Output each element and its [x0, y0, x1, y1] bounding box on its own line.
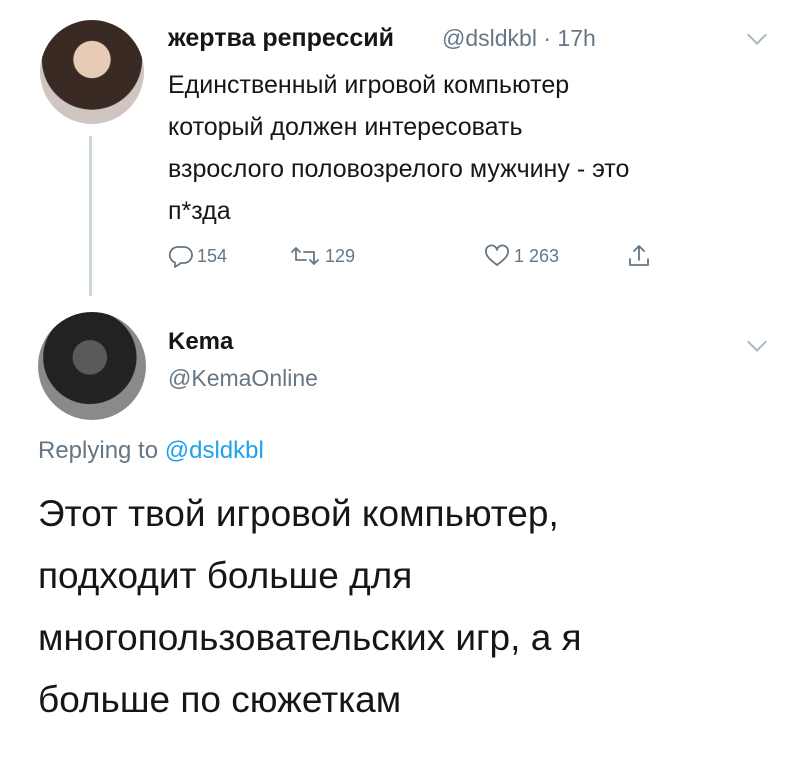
- tweet-time[interactable]: 17h: [557, 25, 595, 51]
- tweet-meta: @dsldkbl · 17h: [442, 25, 596, 52]
- replying-to: Replying to @dsldkbl: [38, 437, 264, 465]
- retweet-icon: [291, 247, 319, 265]
- author-handle[interactable]: @dsldkbl: [442, 25, 537, 51]
- avatar-author[interactable]: [40, 20, 144, 124]
- reply-text-line: подходит больше для: [38, 555, 413, 596]
- reply-button[interactable]: 154: [168, 236, 227, 276]
- replier-name[interactable]: Kema: [168, 328, 233, 356]
- share-button[interactable]: [626, 236, 655, 276]
- tweet-text-line: п*зда: [168, 197, 231, 225]
- tweet-text-line: который должен интересовать: [168, 113, 523, 141]
- reply-text-line: многопользовательских игр, а я: [38, 617, 582, 658]
- replying-to-handle[interactable]: @dsldkbl: [165, 437, 264, 464]
- author-name[interactable]: жертва репрессий: [168, 24, 394, 53]
- share-icon: [629, 245, 649, 266]
- replier-handle[interactable]: @KemaOnline: [168, 365, 318, 392]
- replying-to-label: Replying to: [38, 437, 159, 464]
- retweet-button[interactable]: 129: [288, 236, 355, 276]
- tweet-actions: 154 129 1 263: [168, 236, 688, 276]
- tweet-text: Единственный игровой компьютер который д…: [168, 64, 778, 232]
- like-icon: [485, 244, 509, 266]
- reply-count: 154: [197, 245, 228, 266]
- chevron-down-icon[interactable]: [747, 25, 767, 45]
- like-count: 1 263: [514, 245, 560, 266]
- reply-icon: [168, 246, 193, 268]
- tweet-text-line: взрослого половозрелого мужчину - это: [168, 155, 630, 183]
- reply-text-line: Этот твой игровой компьютер,: [38, 493, 559, 534]
- tweet-text-line: Единственный игровой компьютер: [168, 71, 570, 99]
- chevron-down-icon[interactable]: [747, 332, 767, 352]
- avatar-replier[interactable]: [38, 312, 146, 420]
- retweet-count: 129: [325, 245, 356, 266]
- reply-text: Этот твой игровой компьютер, подходит бо…: [38, 483, 778, 731]
- thread-connector-line: [89, 136, 92, 296]
- meta-separator: ·: [543, 25, 552, 51]
- reply-text-line: больше по сюжеткам: [38, 679, 402, 720]
- like-button[interactable]: 1 263: [483, 236, 559, 276]
